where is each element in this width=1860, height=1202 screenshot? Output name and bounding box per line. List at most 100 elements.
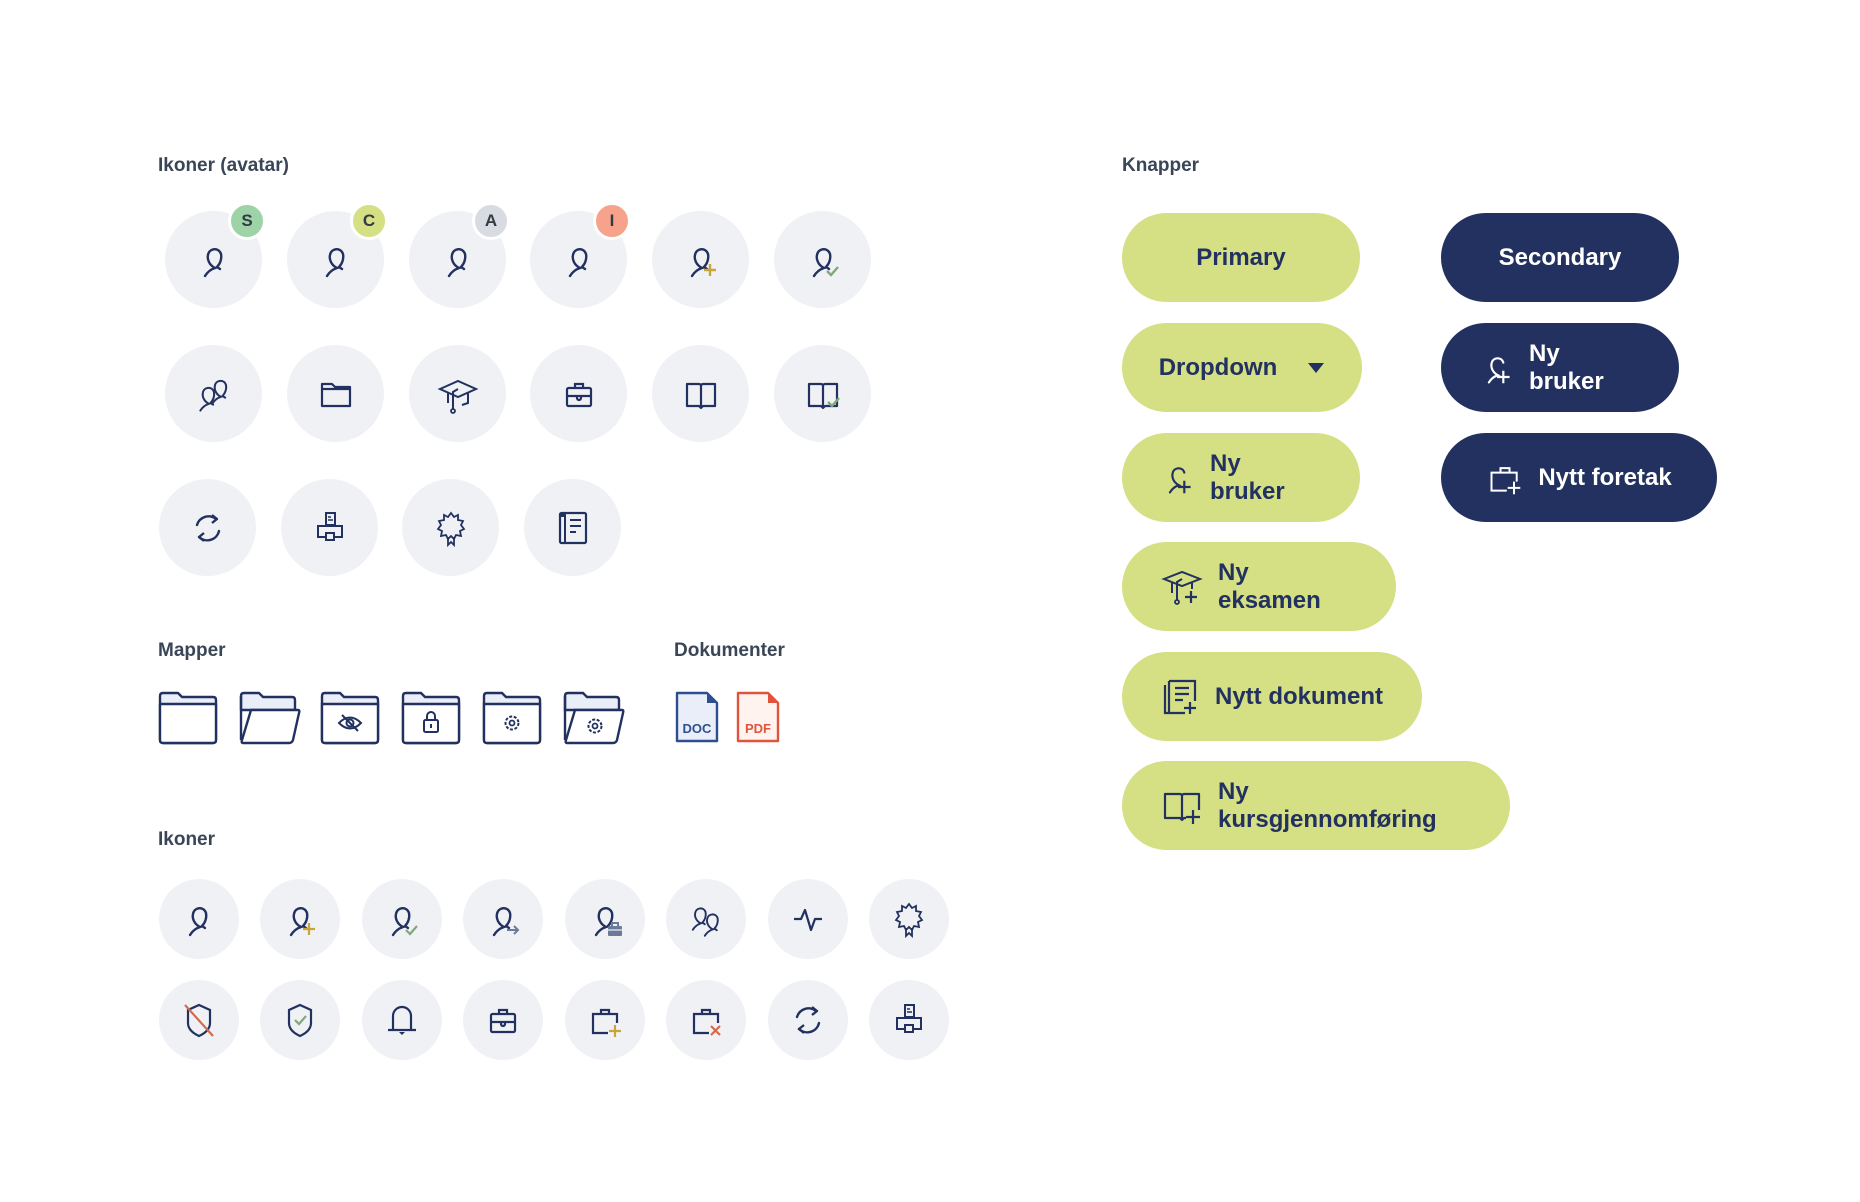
primary-button-label: Primary	[1196, 243, 1286, 271]
folder-open-icon[interactable]	[239, 690, 301, 745]
avatar-user-add[interactable]	[652, 211, 749, 308]
avatar-certificate[interactable]	[402, 479, 499, 576]
folder-settings-icon[interactable]	[482, 690, 542, 745]
users-icon	[198, 379, 227, 412]
new-course-label: Ny kursgjennomføring	[1218, 777, 1437, 833]
pdf-file-label: PDF	[745, 721, 771, 736]
primary-button[interactable]: Primary	[1122, 213, 1360, 302]
briefcase-remove-icon	[692, 1008, 721, 1036]
icon-org-chart[interactable]	[869, 980, 949, 1060]
section-label-folders: Mapper	[158, 640, 226, 661]
new-exam-button[interactable]: Ny eksamen	[1122, 542, 1396, 631]
user-icon	[568, 247, 587, 277]
icon-briefcase-remove[interactable]	[666, 980, 746, 1060]
avatar-book[interactable]	[652, 345, 749, 442]
avatar-folder[interactable]	[287, 345, 384, 442]
shield-off-icon	[184, 1003, 214, 1038]
new-document-label: Nytt dokument	[1215, 682, 1383, 710]
doc-file-label: DOC	[682, 721, 712, 736]
icon-shield-off[interactable]	[159, 980, 239, 1060]
book-icon	[685, 382, 716, 409]
avatar-org-chart[interactable]	[281, 479, 378, 576]
new-course-button[interactable]: Ny kursgjennomføring	[1122, 761, 1510, 850]
user-icon	[188, 907, 208, 937]
shield-check-icon	[287, 1003, 313, 1038]
certificate-icon	[436, 511, 465, 546]
folder-icon	[320, 382, 351, 407]
icon-user-add[interactable]	[260, 879, 340, 959]
icon-bell[interactable]	[362, 980, 442, 1060]
new-document-button[interactable]: Nytt dokument	[1122, 652, 1422, 741]
user-add-icon	[1168, 466, 1191, 493]
user-add-icon	[289, 907, 315, 937]
briefcase-add-icon	[591, 1008, 621, 1037]
users-icon	[691, 907, 719, 937]
avatar-badge: I	[593, 202, 631, 240]
new-company-button[interactable]: Nytt foretak	[1441, 433, 1717, 522]
icon-user-briefcase[interactable]	[565, 879, 645, 959]
new-user-primary-label: Ny bruker	[1210, 449, 1285, 505]
new-user-primary-button[interactable]: Ny bruker	[1122, 433, 1360, 522]
book-check-icon	[807, 382, 840, 409]
icon-shield-check[interactable]	[260, 980, 340, 1060]
avatar-user-c[interactable]: C	[287, 202, 388, 308]
folder-icon[interactable]	[158, 690, 218, 745]
org-chart-icon	[316, 511, 343, 541]
refresh-icon	[195, 513, 220, 542]
activity-icon	[794, 908, 822, 932]
avatar-briefcase[interactable]	[530, 345, 627, 442]
avatar-badge: C	[350, 202, 388, 240]
avatar-badge: S	[228, 202, 266, 240]
briefcase-add-icon	[1490, 466, 1521, 494]
user-check-icon	[812, 247, 839, 277]
bell-icon	[388, 1005, 416, 1035]
user-add-icon	[1487, 356, 1510, 383]
user-icon	[203, 247, 222, 277]
avatar-book-check[interactable]	[774, 345, 871, 442]
icon-refresh[interactable]	[768, 980, 848, 1060]
user-check-icon	[391, 907, 418, 937]
refresh-icon	[795, 1005, 821, 1035]
dropdown-button[interactable]: Dropdown	[1122, 323, 1362, 412]
new-exam-label: Ny eksamen	[1218, 558, 1321, 614]
doc-file-icon[interactable]: DOC	[674, 690, 720, 744]
icon-activity[interactable]	[768, 879, 848, 959]
icon-briefcase[interactable]	[463, 980, 543, 1060]
user-add-icon	[690, 247, 716, 277]
avatar-badge: A	[472, 202, 510, 240]
user-briefcase-icon	[594, 907, 622, 937]
section-label-documents: Dokumenter	[674, 640, 785, 661]
icon-certificate[interactable]	[869, 879, 949, 959]
folder-hidden-icon[interactable]	[320, 690, 380, 745]
graduation-cap-icon	[437, 379, 478, 414]
avatar-user-check[interactable]	[774, 211, 871, 308]
avatar-user-a[interactable]: A	[409, 202, 510, 308]
graduation-cap-add-icon	[1161, 570, 1203, 605]
avatar-user-s[interactable]: S	[165, 202, 266, 308]
folder-locked-icon[interactable]	[401, 690, 461, 745]
pdf-file-icon[interactable]: PDF	[735, 690, 781, 744]
avatar-users[interactable]	[165, 345, 262, 442]
certificate-icon	[895, 903, 923, 937]
user-arrow-icon	[492, 907, 520, 937]
secondary-button[interactable]: Secondary	[1441, 213, 1679, 302]
book-add-icon	[1163, 792, 1201, 824]
section-label-avatar-icons: Ikoner (avatar)	[158, 155, 289, 176]
icon-user-arrow[interactable]	[463, 879, 543, 959]
user-icon	[325, 247, 344, 277]
avatar-user-i[interactable]: I	[530, 202, 631, 308]
new-user-secondary-button[interactable]: Ny bruker	[1441, 323, 1679, 412]
avatar-document-list[interactable]	[524, 479, 621, 576]
icon-user[interactable]	[159, 879, 239, 959]
folder-open-settings-icon[interactable]	[563, 690, 625, 745]
new-company-label: Nytt foretak	[1538, 463, 1672, 491]
icon-briefcase-add[interactable]	[565, 980, 645, 1060]
avatar-graduation[interactable]	[409, 345, 506, 442]
dropdown-button-label: Dropdown	[1158, 353, 1278, 381]
section-label-buttons: Knapper	[1122, 155, 1200, 176]
icon-user-check[interactable]	[362, 879, 442, 959]
briefcase-icon	[489, 1008, 517, 1034]
briefcase-icon	[565, 382, 592, 407]
icon-users[interactable]	[666, 879, 746, 959]
avatar-refresh[interactable]	[159, 479, 256, 576]
